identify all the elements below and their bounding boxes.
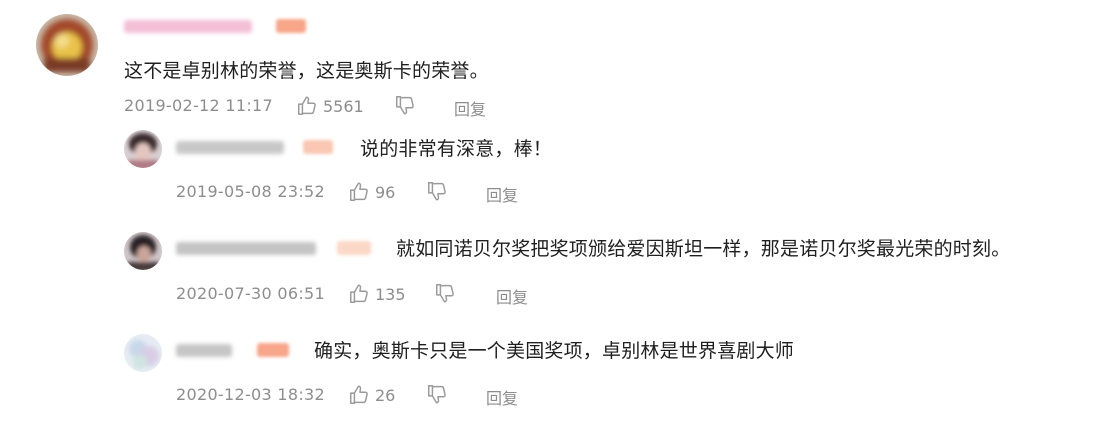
thumbs-up-icon [296,95,318,117]
comment-meta: 2020-07-30 06:51 135 回复 [176,282,576,308]
level-badge [276,19,306,33]
dislike-button[interactable] [394,94,420,118]
comment-text: 就如同诺贝尔奖把奖项颁给爱因斯坦一样，那是诺贝尔奖最光荣的时刻。 [396,238,1011,260]
comment-text: 这不是卓别林的荣誉，这是奥斯卡的荣誉。 [124,60,489,82]
like-count: 5561 [323,96,364,116]
comment-time: 2020-12-03 18:32 [176,385,325,404]
dislike-button[interactable] [426,383,452,407]
username-blurred[interactable] [176,141,284,154]
dislike-button[interactable] [434,282,460,306]
thumbs-down-icon [426,383,452,405]
thumbs-up-icon [348,384,370,406]
comment-time: 2019-02-12 11:17 [124,96,273,115]
comment-time: 2020-07-30 06:51 [176,284,325,303]
level-badge [337,241,371,255]
like-button[interactable]: 135 [348,282,406,306]
like-button[interactable]: 96 [348,180,395,204]
comment-meta: 2020-12-03 18:32 26 回复 [176,383,576,409]
like-button[interactable]: 26 [348,383,395,407]
like-count: 26 [375,385,396,405]
like-count: 135 [375,284,406,304]
thumbs-up-icon [348,283,370,305]
username-blurred[interactable] [176,242,316,255]
avatar[interactable] [36,14,98,76]
username-blurred[interactable] [124,20,252,33]
reply-button[interactable]: 回复 [454,96,486,120]
reply-button[interactable]: 回复 [486,385,518,409]
thumbs-down-icon [426,180,452,202]
thumbs-up-icon [348,181,370,203]
thumbs-down-icon [434,282,460,304]
thumbs-down-icon [394,94,420,116]
level-badge [257,343,289,357]
avatar[interactable] [124,232,162,270]
comment-meta: 2019-02-12 11:17 5561 回复 [124,94,544,120]
username-blurred[interactable] [176,344,232,357]
reply-button[interactable]: 回复 [486,182,518,206]
comment-text: 说的非常有深意，棒！ [360,138,553,160]
level-badge [303,140,333,154]
dislike-button[interactable] [426,180,452,204]
comment-time: 2019-05-08 23:52 [176,182,325,201]
like-count: 96 [375,182,396,202]
avatar[interactable] [124,130,162,168]
avatar[interactable] [124,334,162,372]
comment-text: 确实，奥斯卡只是一个美国奖项，卓别林是世界喜剧大师 [314,340,795,362]
comment-meta: 2019-05-08 23:52 96 回复 [176,180,576,206]
reply-button[interactable]: 回复 [496,284,528,308]
like-button[interactable]: 5561 [296,94,364,118]
